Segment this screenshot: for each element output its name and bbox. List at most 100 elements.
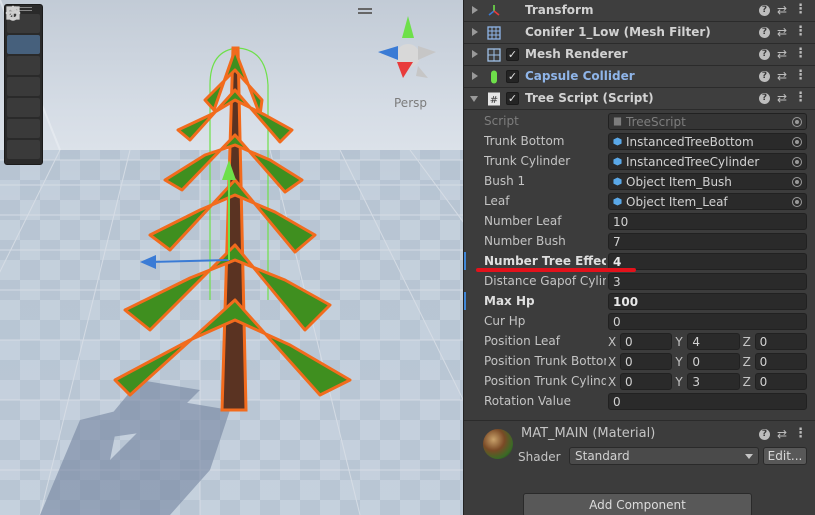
- property-leaf: Leaf Object Item_Leaf: [464, 191, 815, 211]
- prefab-icon: [613, 177, 622, 186]
- number-bush-input[interactable]: 7: [608, 233, 807, 250]
- help-icon[interactable]: ?: [758, 26, 770, 38]
- help-icon[interactable]: ?: [758, 4, 770, 16]
- scale-tool-button[interactable]: [6, 6, 40, 96]
- foldout-arrow-icon[interactable]: [470, 96, 478, 102]
- tree-script-properties: Script TreeScript Trunk Bottom Instanced…: [464, 110, 815, 411]
- add-component-button[interactable]: Add Component: [523, 493, 752, 515]
- presets-icon[interactable]: ⇄: [777, 47, 787, 61]
- trunk-cylinder-field[interactable]: InstancedTreeCylinder: [608, 153, 807, 170]
- position-trunk-bottom-x-input[interactable]: 0: [620, 353, 673, 370]
- axis-z-label[interactable]: Z: [743, 375, 755, 389]
- property-trunk-cylinder: Trunk Cylinder InstancedTreeCylinder: [464, 151, 815, 171]
- object-picker-icon[interactable]: [792, 137, 802, 147]
- trunk-bottom-field[interactable]: InstancedTreeBottom: [608, 133, 807, 150]
- rotation-value-input[interactable]: 0: [608, 393, 807, 410]
- property-label: Script: [484, 114, 519, 128]
- distance-gap-input[interactable]: 3: [608, 273, 807, 290]
- position-trunk-cylinder-y-input[interactable]: 3: [687, 373, 740, 390]
- object-picker-icon[interactable]: [792, 197, 802, 207]
- property-cur-hp: Cur Hp 0: [464, 311, 815, 331]
- position-trunk-cylinder-z-input[interactable]: 0: [754, 373, 807, 390]
- cur-hp-input[interactable]: 0: [608, 313, 807, 330]
- property-rotation-value: Rotation Value 0: [464, 391, 815, 411]
- object-picker-icon[interactable]: [792, 177, 802, 187]
- component-header-mesh-filter[interactable]: Conifer 1_Low (Mesh Filter) ? ⇄ ⋮: [464, 22, 815, 44]
- component-menu-icon[interactable]: ⋮: [794, 47, 807, 61]
- axis-z-label[interactable]: Z: [743, 335, 755, 349]
- component-menu-icon[interactable]: ⋮: [794, 69, 807, 83]
- custom-tool-button[interactable]: [6, 7, 40, 159]
- transform-tool-button[interactable]: [6, 6, 40, 138]
- component-header-tree-script[interactable]: # ✓ Tree Script (Script) ? ⇄ ⋮: [464, 88, 815, 110]
- position-trunk-cylinder-x-input[interactable]: 0: [620, 373, 673, 390]
- property-script: Script TreeScript: [464, 111, 815, 131]
- persp-label[interactable]: Persp: [394, 96, 427, 110]
- component-header-transform[interactable]: Transform ? ⇄ ⋮: [464, 0, 815, 22]
- leaf-field[interactable]: Object Item_Leaf: [608, 193, 807, 210]
- component-menu-icon[interactable]: ⋮: [794, 91, 807, 105]
- axis-y-label[interactable]: Y: [675, 375, 687, 389]
- rotate-tool-button[interactable]: [7, 6, 40, 75]
- axis-z-label[interactable]: Z: [743, 355, 755, 369]
- position-leaf-x-input[interactable]: 0: [620, 333, 673, 350]
- material-name[interactable]: MAT_MAIN (Material): [521, 426, 655, 441]
- property-max-hp: Max Hp 100: [464, 291, 815, 311]
- rect-tool-button[interactable]: [6, 6, 40, 117]
- presets-icon[interactable]: ⇄: [777, 3, 787, 17]
- axis-y-label[interactable]: Y: [675, 355, 687, 369]
- presets-icon[interactable]: ⇄: [777, 91, 787, 105]
- foldout-arrow-icon[interactable]: [472, 28, 478, 36]
- axis-x-label[interactable]: X: [608, 335, 620, 349]
- axis-x-label[interactable]: X: [608, 375, 620, 389]
- position-leaf-y-input[interactable]: 4: [687, 333, 740, 350]
- number-leaf-input[interactable]: 10: [608, 213, 807, 230]
- field-value: Object Item_Bush: [626, 175, 732, 189]
- component-enabled-checkbox[interactable]: ✓: [506, 70, 519, 83]
- shader-dropdown[interactable]: Standard: [569, 447, 759, 465]
- help-icon[interactable]: ?: [758, 48, 770, 60]
- component-title: Capsule Collider: [525, 69, 635, 83]
- position-trunk-bottom-z-input[interactable]: 0: [754, 353, 807, 370]
- component-header-capsule-collider[interactable]: ✓ Capsule Collider ? ⇄ ⋮: [464, 66, 815, 88]
- foldout-arrow-icon[interactable]: [472, 72, 478, 80]
- scene-viewport[interactable]: [0, 0, 463, 515]
- component-enabled-checkbox[interactable]: ✓: [506, 48, 519, 61]
- property-position-trunk-bottom: Position Trunk Bottom X0 Y0 Z0: [464, 351, 815, 371]
- component-title: Conifer 1_Low (Mesh Filter): [525, 25, 711, 39]
- shader-edit-button[interactable]: Edit...: [763, 447, 807, 465]
- foldout-arrow-icon[interactable]: [472, 6, 478, 14]
- component-menu-icon[interactable]: ⋮: [794, 25, 807, 39]
- component-enabled-checkbox[interactable]: ✓: [506, 92, 519, 105]
- axis-x-label[interactable]: X: [608, 355, 620, 369]
- component-header-mesh-renderer[interactable]: ✓ Mesh Renderer ? ⇄ ⋮: [464, 44, 815, 66]
- scene-orientation-gizmo[interactable]: [378, 16, 436, 78]
- presets-icon[interactable]: ⇄: [777, 427, 787, 441]
- presets-icon[interactable]: ⇄: [777, 25, 787, 39]
- transform-icon: [488, 5, 500, 16]
- position-leaf-z-input[interactable]: 0: [754, 333, 807, 350]
- move-tool-button[interactable]: [5, 5, 40, 54]
- max-hp-input[interactable]: 100: [608, 293, 807, 310]
- scene-view[interactable]: Persp: [0, 0, 463, 515]
- property-distance-gap: Distance Gapof Cylinder 3: [464, 271, 815, 291]
- help-icon[interactable]: ?: [758, 428, 770, 440]
- position-trunk-bottom-y-input[interactable]: 0: [687, 353, 740, 370]
- material-menu-icon[interactable]: ⋮: [794, 427, 807, 441]
- shader-value: Standard: [575, 449, 630, 463]
- axis-y-label[interactable]: Y: [675, 335, 687, 349]
- bush-1-field[interactable]: Object Item_Bush: [608, 173, 807, 190]
- foldout-arrow-icon[interactable]: [472, 50, 478, 58]
- help-icon[interactable]: ?: [758, 70, 770, 82]
- component-menu-icon[interactable]: ⋮: [794, 3, 807, 17]
- object-picker-icon[interactable]: [792, 157, 802, 167]
- presets-icon[interactable]: ⇄: [777, 69, 787, 83]
- material-preview-sphere[interactable]: [483, 429, 513, 459]
- field-value: InstancedTreeCylinder: [626, 155, 760, 169]
- number-tree-effect-input[interactable]: 4: [608, 253, 807, 270]
- property-trunk-bottom: Trunk Bottom InstancedTreeBottom: [464, 131, 815, 151]
- scene-view-menu-icon[interactable]: [358, 8, 372, 14]
- component-title: Tree Script (Script): [525, 91, 654, 105]
- help-icon[interactable]: ?: [758, 92, 770, 104]
- property-label: Bush 1: [484, 174, 526, 188]
